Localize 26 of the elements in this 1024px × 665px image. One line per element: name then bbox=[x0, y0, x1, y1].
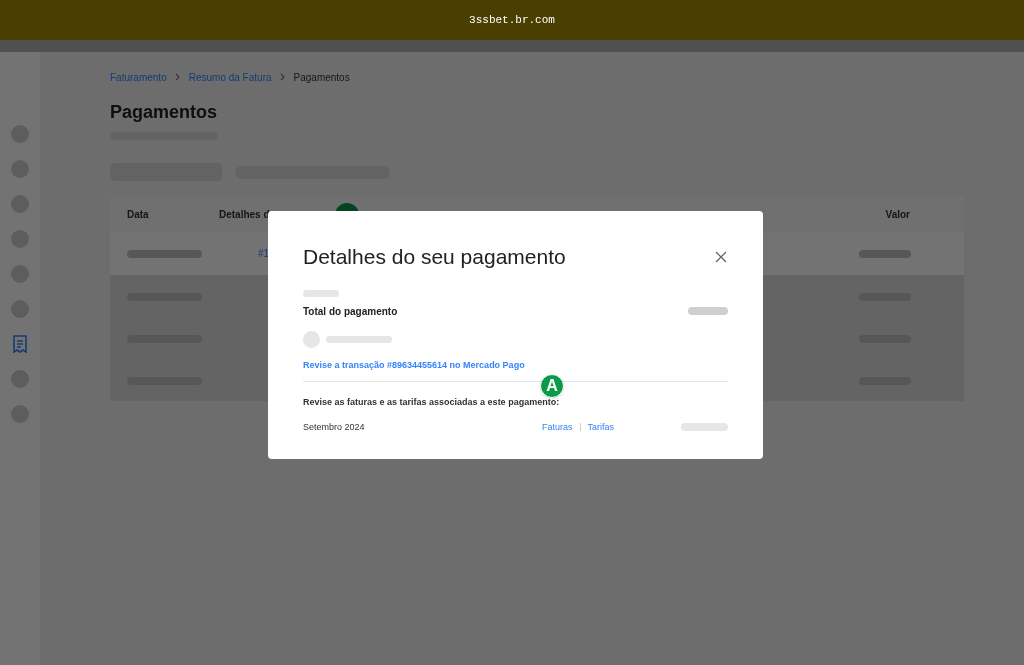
breadcrumb-link[interactable]: Resumo da Fatura bbox=[188, 69, 272, 85]
column-header: Valor bbox=[885, 207, 911, 222]
transaction-link[interactable]: Revise a transação #89634455614 no Mercado Pago bbox=[303, 358, 728, 372]
invoices-heading: Revise as faturas e as tarifas associadas a este pagamento: bbox=[303, 396, 560, 409]
skeleton-bar bbox=[681, 423, 728, 432]
skeleton-bar bbox=[859, 249, 911, 258]
marker-badge: A bbox=[540, 374, 564, 398]
chevron-icon bbox=[279, 73, 286, 81]
invoice-link[interactable]: Tarifas bbox=[587, 420, 615, 434]
breadcrumb-current: Pagamentos bbox=[293, 70, 350, 85]
modal-title: Detalhes do seu pagamento bbox=[303, 244, 566, 270]
breadcrumb-link[interactable]: Faturamento bbox=[110, 69, 167, 85]
skeleton-bar bbox=[303, 289, 339, 297]
invoice-link[interactable]: Faturas bbox=[542, 420, 573, 434]
receipt-icon[interactable] bbox=[12, 335, 28, 353]
period-label: Setembro 2024 bbox=[303, 420, 366, 434]
close-button[interactable] bbox=[714, 249, 728, 264]
skeleton-bar bbox=[688, 307, 728, 315]
chevron-icon bbox=[174, 73, 181, 81]
detail-link[interactable]: #1 bbox=[258, 248, 270, 259]
page-title: Pagamentos bbox=[110, 101, 219, 124]
total-label: Total do pagamento bbox=[303, 304, 398, 319]
skeleton-bar bbox=[326, 335, 392, 343]
site-title: 3ssbet.br.com bbox=[469, 12, 555, 28]
avatar-placeholder bbox=[303, 330, 320, 348]
column-header: Data bbox=[127, 207, 150, 222]
